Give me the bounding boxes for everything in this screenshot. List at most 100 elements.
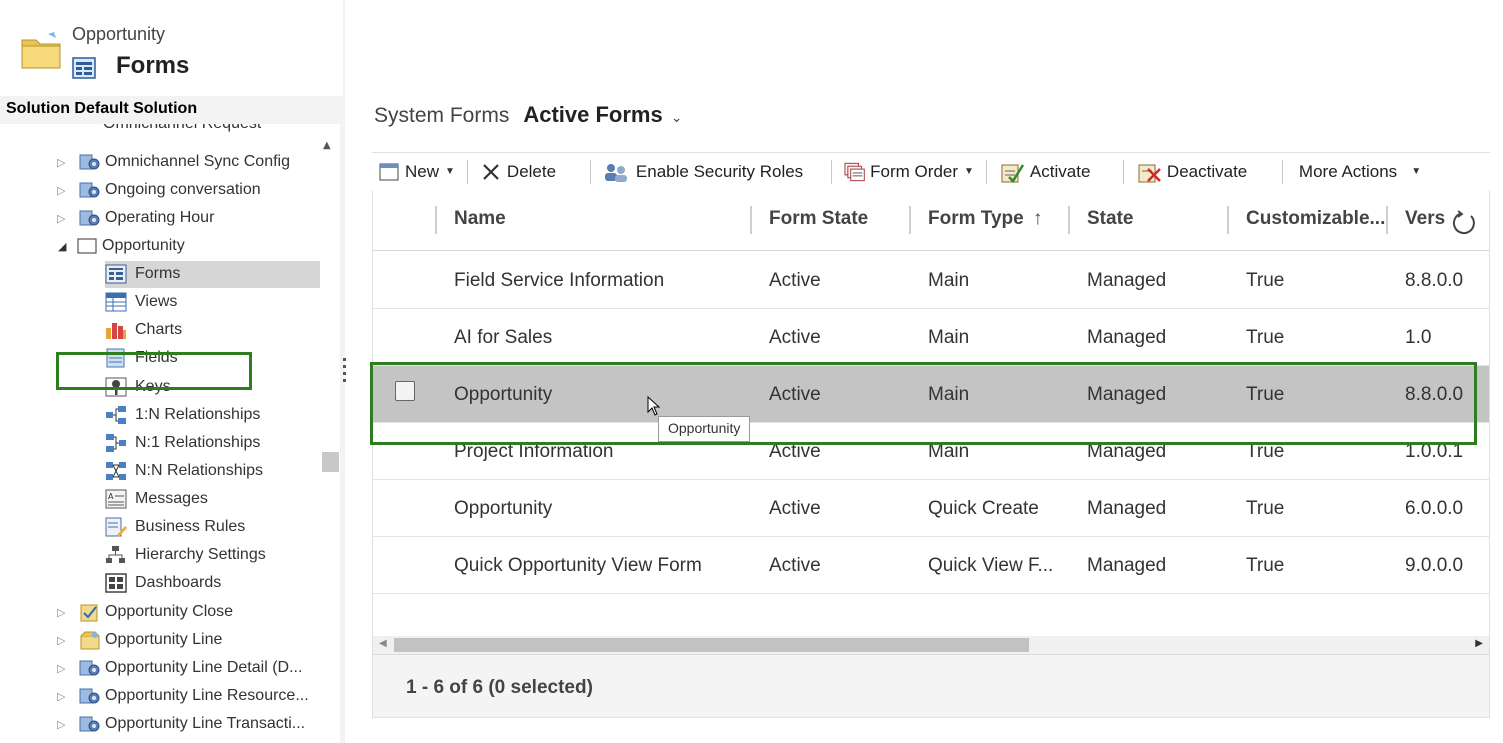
command-bar: New ▼ Delete Enable Security Roles Form …	[372, 152, 1490, 190]
column-divider[interactable]	[909, 206, 911, 234]
cell-name[interactable]: Project Information	[454, 441, 613, 463]
business-rules-icon	[105, 517, 127, 537]
scroll-right-icon[interactable]: ▶	[1475, 638, 1483, 649]
entity-gear-icon	[79, 688, 100, 704]
entity-header: Opportunity Forms	[0, 0, 343, 96]
cell-customizable: True	[1246, 327, 1285, 348]
tree-item-label: Opportunity Line	[105, 631, 223, 648]
tree-child-dashboards[interactable]: Dashboards	[105, 570, 221, 596]
deactivate-button[interactable]: Deactivate	[1130, 153, 1276, 190]
cell-name[interactable]: AI for Sales	[454, 327, 552, 349]
tree-item-operating-hour[interactable]: ▷ Operating Hour	[57, 205, 214, 231]
expand-arrow-icon[interactable]: ▷	[57, 634, 67, 647]
collapse-arrow-icon[interactable]: ◢	[58, 240, 68, 253]
relationship-icon	[106, 434, 126, 452]
tree-item-opportunity-close[interactable]: ▷ Opportunity Close	[57, 599, 233, 625]
entity-box-icon	[80, 631, 100, 650]
caret-down-icon[interactable]: ▼	[445, 166, 455, 177]
caret-down-icon[interactable]: ▼	[1411, 166, 1421, 177]
column-header-version[interactable]: Vers	[1405, 208, 1445, 230]
tree-item-opportunity-line-detail[interactable]: ▷ Opportunity Line Detail (D...	[57, 655, 303, 681]
row-checkbox[interactable]	[395, 381, 415, 401]
view-selector[interactable]: System Forms Active Forms ⌄	[374, 102, 682, 128]
table-row[interactable]: AI for Sales Active Main Managed True 1.…	[373, 309, 1489, 366]
enable-security-roles-button[interactable]: Enable Security Roles	[597, 153, 825, 190]
tree-item-label: Messages	[135, 490, 208, 507]
column-divider[interactable]	[1227, 206, 1229, 234]
column-divider[interactable]	[435, 206, 437, 234]
table-row-hovered[interactable]: Opportunity Active Main Managed True 8.8…	[373, 366, 1489, 423]
tree-item-label: Business Rules	[135, 518, 246, 535]
enable-security-roles-label: Enable Security Roles	[635, 161, 804, 181]
entity-gear-icon	[79, 210, 100, 226]
cell-form-type: Main	[928, 384, 970, 405]
charts-icon	[106, 323, 126, 339]
new-button[interactable]: New ▼	[372, 153, 461, 190]
refresh-icon[interactable]	[1451, 210, 1477, 236]
expand-arrow-icon[interactable]: ▷	[57, 156, 67, 169]
tree-item-label: Opportunity Line Detail (D...	[105, 659, 303, 676]
tree-child-n1-relationships[interactable]: N:1 Relationships	[105, 430, 260, 456]
expand-arrow-icon[interactable]: ▷	[57, 606, 67, 619]
tree-item-label: Omnichannel Sync Config	[105, 153, 290, 170]
column-header-customizable[interactable]: Customizable...	[1246, 208, 1385, 230]
tree-child-nn-relationships[interactable]: N:N Relationships	[105, 458, 263, 484]
scroll-up-icon[interactable]: ▲	[323, 140, 331, 151]
cell-name[interactable]: Field Service Information	[454, 270, 664, 292]
tree-item-omnichannel-request[interactable]: ▷ Omnichannel Request	[103, 124, 261, 142]
tree-item-opportunity-line-resource[interactable]: ▷ Opportunity Line Resource...	[57, 683, 309, 709]
cell-name[interactable]: Quick Opportunity View Form	[454, 555, 702, 577]
column-divider[interactable]	[1386, 206, 1388, 234]
column-divider[interactable]	[1068, 206, 1070, 234]
cell-version: 8.8.0.0	[1405, 270, 1464, 291]
tree-item-opportunity-line-transaction[interactable]: ▷ Opportunity Line Transacti...	[57, 711, 305, 737]
caret-down-icon[interactable]: ▼	[964, 166, 974, 177]
sort-ascending-icon: ↑	[1033, 208, 1043, 229]
pane-splitter[interactable]	[343, 358, 347, 388]
tree-child-views[interactable]: Views	[105, 289, 177, 315]
scroll-left-icon[interactable]: ◀	[379, 638, 387, 649]
cell-customizable: True	[1246, 384, 1285, 405]
cell-state: Managed	[1087, 384, 1167, 405]
expand-arrow-icon[interactable]: ▷	[57, 212, 67, 225]
expand-arrow-icon[interactable]: ▷	[57, 690, 67, 703]
horizontal-scrollbar[interactable]: ◀ ▶	[373, 636, 1489, 654]
column-header-form-type[interactable]: Form Type ↑	[928, 208, 1043, 230]
form-order-button[interactable]: Form Order ▼	[838, 153, 980, 190]
view-name[interactable]: Active Forms	[523, 102, 662, 128]
expand-arrow-icon[interactable]: ▷	[57, 662, 67, 675]
table-row[interactable]: Quick Opportunity View Form Active Quick…	[373, 537, 1489, 594]
tree-child-business-rules[interactable]: Business Rules	[105, 514, 245, 540]
chevron-down-icon[interactable]: ⌄	[671, 109, 683, 126]
tree-item-opportunity-line[interactable]: ▷ Opportunity Line	[57, 627, 223, 653]
tree-item-ongoing-conversation[interactable]: ▷ Ongoing conversation	[57, 177, 261, 203]
activate-button[interactable]: Activate	[993, 153, 1117, 190]
column-header-name[interactable]: Name	[454, 208, 506, 230]
tree-item-label: 1:N Relationships	[135, 406, 261, 423]
cell-name[interactable]: Opportunity	[454, 498, 552, 520]
cell-name[interactable]: Opportunity	[454, 384, 552, 406]
column-header-state[interactable]: State	[1087, 208, 1133, 230]
column-header-form-state[interactable]: Form State	[769, 208, 868, 230]
scrollbar-thumb[interactable]	[394, 638, 1029, 652]
tree-child-1n-relationships[interactable]: 1:N Relationships	[105, 402, 260, 428]
tree-child-forms[interactable]: Forms	[105, 261, 180, 287]
more-actions-button[interactable]: More Actions ▼	[1289, 153, 1427, 190]
table-row[interactable]: Project Information Active Main Managed …	[373, 423, 1489, 480]
expand-arrow-icon[interactable]: ▷	[57, 718, 67, 731]
tree-child-messages[interactable]: A Messages	[105, 486, 208, 512]
tree-item-opportunity[interactable]: ◢ Opportunity	[58, 233, 185, 259]
cell-version: 1.0.0.1	[1405, 441, 1464, 462]
delete-button[interactable]: Delete	[474, 153, 584, 190]
deactivate-label: Deactivate	[1166, 161, 1248, 181]
tree-child-hierarchy-settings[interactable]: Hierarchy Settings	[105, 542, 266, 568]
expand-arrow-icon[interactable]: ▷	[57, 184, 67, 197]
new-button-label: New	[405, 161, 440, 181]
tree-scrollbar-thumb[interactable]	[322, 452, 339, 472]
table-row[interactable]: Opportunity Active Quick Create Managed …	[373, 480, 1489, 537]
grid-status-bar: 1 - 6 of 6 (0 selected)	[373, 654, 1489, 717]
table-row[interactable]: Field Service Information Active Main Ma…	[373, 252, 1489, 309]
tree-item-omnichannel-sync-config[interactable]: ▷ Omnichannel Sync Config	[57, 149, 290, 175]
tree-child-charts[interactable]: Charts	[105, 317, 182, 343]
column-divider[interactable]	[750, 206, 752, 234]
